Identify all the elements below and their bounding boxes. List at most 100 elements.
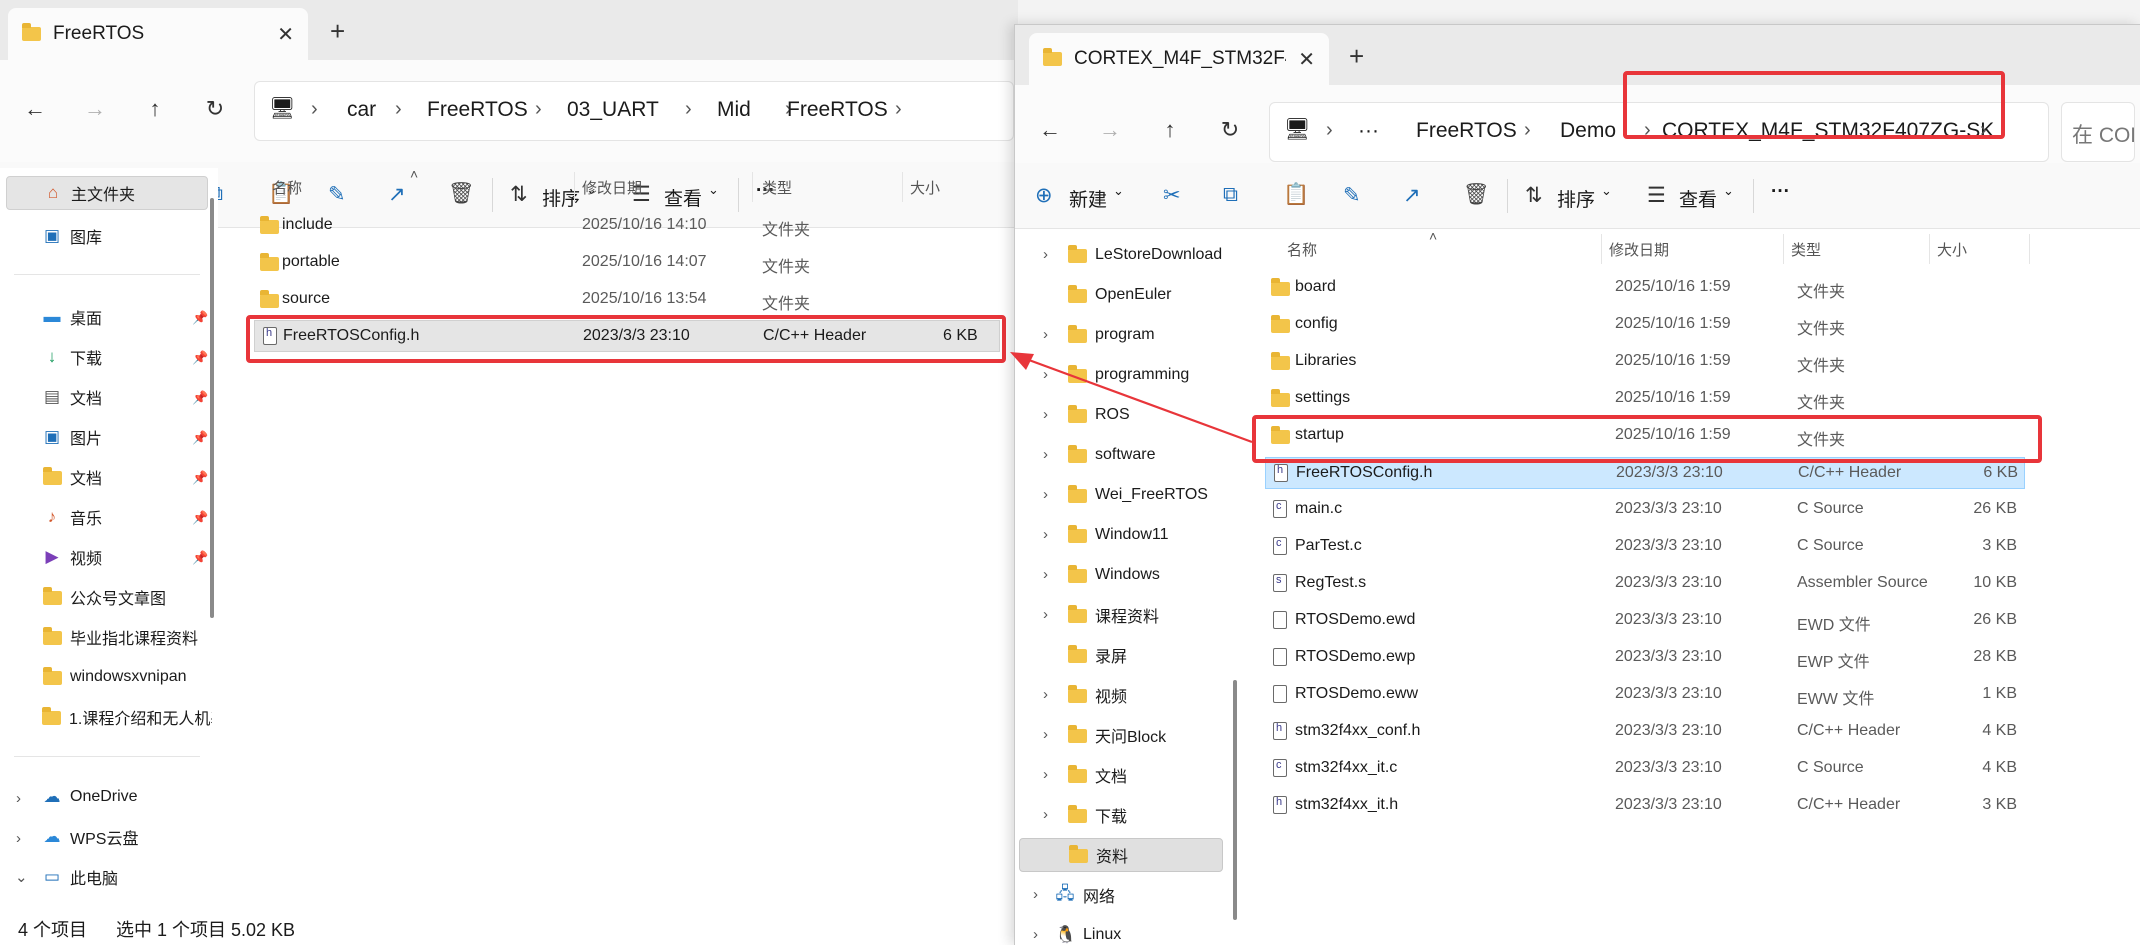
share-icon[interactable]: ↗ [1403, 183, 1421, 208]
search-box[interactable]: 在 CORT [2061, 102, 2135, 162]
refresh-icon[interactable]: ↻ [1215, 117, 1245, 143]
chevron-down-icon[interactable]: ⌄ [1113, 183, 1124, 199]
sidebar-item-gallery[interactable]: ▣ 图库 [42, 219, 102, 253]
delete-icon[interactable]: 🗑 [1463, 183, 1490, 207]
column-header-size[interactable]: 大小 [1937, 239, 1967, 260]
sidebar-item-folder[interactable]: windowsxvnipan [42, 660, 187, 694]
left-address-bar[interactable]: 🖥 › car › FreeRTOS › 03_UART › Mid › Fre… [254, 81, 1014, 141]
sidebar-scrollbar[interactable] [210, 198, 214, 618]
forward-arrow-icon[interactable]: → [80, 96, 110, 122]
file-row[interactable]: portable 2025/10/16 14:07 文件夹 [254, 247, 1000, 279]
tree-item[interactable]: Windows [1067, 558, 1160, 592]
rename-icon[interactable]: ✎ [1343, 183, 1361, 208]
column-header-type[interactable]: 类型 [762, 177, 792, 198]
back-arrow-icon[interactable]: ← [1035, 117, 1065, 143]
pin-icon[interactable]: 📌 [192, 350, 208, 366]
file-row[interactable]: RTOSDemo.eww 2023/3/3 23:10 EWW 文件 1 KB [1265, 679, 2025, 711]
this-pc-icon[interactable]: 🖥 [1284, 118, 1311, 142]
column-header-size[interactable]: 大小 [910, 177, 940, 198]
chevron-down-icon[interactable]: ⌄ [15, 868, 28, 886]
pin-icon[interactable]: 📌 [192, 470, 208, 486]
column-divider[interactable] [1601, 234, 1602, 264]
up-arrow-icon[interactable]: ↑ [1155, 117, 1185, 143]
chevron-right-icon[interactable]: › [395, 98, 402, 121]
chevron-right-icon[interactable]: › [1043, 246, 1048, 263]
sort-ascending-icon[interactable]: ˄ [410, 166, 418, 182]
column-divider[interactable] [2029, 234, 2030, 264]
cut-icon[interactable]: ✂ [1163, 183, 1181, 208]
file-row[interactable]: Libraries 2025/10/16 1:59 文件夹 [1265, 346, 2025, 378]
pin-icon[interactable]: 📌 [192, 390, 208, 406]
pin-icon[interactable]: 📌 [192, 510, 208, 526]
column-divider[interactable] [1929, 234, 1930, 264]
breadcrumb-item[interactable]: FreeRTOS [787, 98, 888, 122]
column-header-name[interactable]: 名称 [272, 177, 302, 198]
chevron-down-icon[interactable]: ⌄ [1723, 183, 1734, 199]
more-options-button[interactable]: ··· [1771, 181, 1790, 203]
column-header-name[interactable]: 名称 [1287, 239, 1317, 260]
chevron-right-icon[interactable]: › [1043, 766, 1048, 783]
tree-scrollbar[interactable] [1233, 680, 1237, 920]
breadcrumb-item[interactable]: car [347, 98, 376, 122]
file-row[interactable]: stm32f4xx_it.h 2023/3/3 23:10 C/C++ Header… [1265, 790, 2025, 822]
sidebar-item-wps[interactable]: ☁ WPS云盘 [42, 820, 139, 854]
tree-item[interactable]: 视频 [1067, 678, 1127, 712]
sidebar-item-folder[interactable]: 1.课程介绍和无人机基 [42, 700, 212, 734]
pin-icon[interactable]: 📌 [192, 550, 208, 566]
chevron-down-icon[interactable]: ⌄ [1601, 183, 1612, 199]
copy-icon[interactable]: ⧉ [1223, 183, 1238, 207]
chevron-right-icon[interactable]: › [1043, 486, 1048, 503]
sidebar-item-documents-folder[interactable]: 文档 [42, 460, 102, 494]
breadcrumb-item[interactable]: FreeRTOS [1416, 119, 1517, 143]
tree-item[interactable]: 文档 [1067, 758, 1127, 792]
column-header-date[interactable]: 修改日期 [582, 177, 642, 198]
chevron-right-icon[interactable]: › [1326, 119, 1333, 142]
file-row[interactable]: stm32f4xx_it.c 2023/3/3 23:10 C Source 4 KB [1265, 753, 2025, 785]
chevron-right-icon[interactable]: › [1043, 686, 1048, 703]
pin-icon[interactable]: 📌 [192, 430, 208, 446]
tree-item[interactable]: LeStoreDownload [1067, 238, 1222, 272]
file-row[interactable]: config 2025/10/16 1:59 文件夹 [1265, 309, 2025, 341]
column-header-date[interactable]: 修改日期 [1609, 239, 1669, 260]
this-pc-icon[interactable]: 🖥 [269, 97, 296, 121]
chevron-right-icon[interactable]: › [895, 98, 902, 121]
tree-item[interactable]: 资料 [1019, 838, 1223, 872]
new-tab-icon[interactable]: + [330, 16, 345, 47]
file-row[interactable]: ParTest.c 2023/3/3 23:10 C Source 3 KB [1265, 531, 2025, 563]
right-tab[interactable]: CORTEX_M4F_STM32F40 ✕ [1029, 33, 1329, 85]
chevron-right-icon[interactable]: › [1043, 526, 1048, 543]
new-icon[interactable]: ⊕ [1035, 183, 1053, 208]
back-arrow-icon[interactable]: ← [20, 96, 50, 122]
chevron-right-icon[interactable]: › [685, 98, 692, 121]
sidebar-item-this-pc[interactable]: ▭ 此电脑 [42, 860, 118, 894]
tree-item[interactable]: OpenEuler [1067, 278, 1172, 312]
sidebar-item-music[interactable]: ♪ 音乐 [42, 500, 102, 534]
column-divider[interactable] [1783, 234, 1784, 264]
chevron-right-icon[interactable]: › [535, 98, 542, 121]
sidebar-item-downloads[interactable]: ↓ 下载 [42, 340, 102, 374]
breadcrumb-item[interactable]: 03_UART [567, 98, 659, 122]
chevron-right-icon[interactable]: › [1033, 886, 1038, 903]
sidebar-item-documents[interactable]: ▤ 文档 [42, 380, 102, 414]
file-row[interactable]: RTOSDemo.ewp 2023/3/3 23:10 EWP 文件 28 KB [1265, 642, 2025, 674]
file-row[interactable]: RTOSDemo.ewd 2023/3/3 23:10 EWD 文件 26 KB [1265, 605, 2025, 637]
file-row[interactable]: RegTest.s 2023/3/3 23:10 Assembler Source 1… [1265, 568, 2025, 600]
file-row[interactable]: main.c 2023/3/3 23:10 C Source 26 KB [1265, 494, 2025, 526]
column-divider[interactable] [752, 172, 753, 202]
chevron-right-icon[interactable]: › [16, 830, 21, 847]
file-row[interactable]: stm32f4xx_conf.h 2023/3/3 23:10 C/C++ Head… [1265, 716, 2025, 748]
sort-ascending-icon[interactable]: ˄ [1429, 228, 1437, 244]
column-header-type[interactable]: 类型 [1791, 239, 1821, 260]
left-tab[interactable]: FreeRTOS ✕ [8, 8, 308, 60]
chevron-right-icon[interactable]: › [1524, 119, 1531, 142]
sidebar-item-folder[interactable]: 公众号文章图 [42, 580, 166, 614]
close-tab-icon[interactable]: ✕ [277, 22, 294, 47]
tree-item-network[interactable]: 🖧 网络 [1055, 878, 1116, 912]
chevron-right-icon[interactable]: › [311, 98, 318, 121]
breadcrumb-item[interactable]: FreeRTOS [427, 98, 528, 122]
close-tab-icon[interactable]: ✕ [1298, 47, 1315, 72]
tree-item[interactable]: Wei_FreeRTOS [1067, 478, 1208, 512]
paste-icon[interactable]: 📋 [1283, 183, 1309, 207]
file-row[interactable]: board 2025/10/16 1:59 文件夹 [1265, 272, 2025, 304]
chevron-right-icon[interactable]: › [1043, 806, 1048, 823]
